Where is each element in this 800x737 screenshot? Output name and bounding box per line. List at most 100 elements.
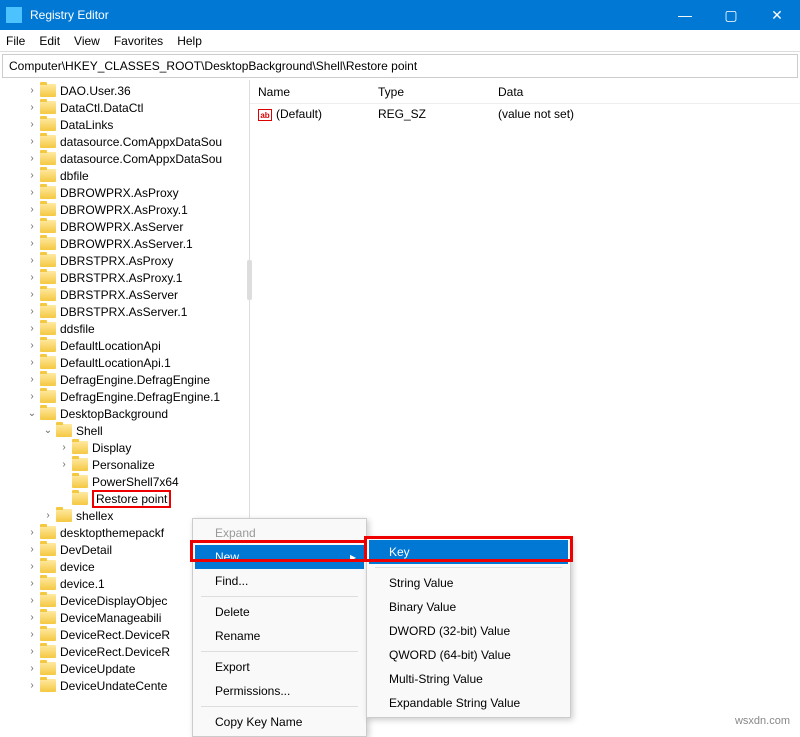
tree-item[interactable]: ›datasource.ComAppxDataSou [0, 150, 249, 167]
expander-icon[interactable]: › [26, 221, 38, 232]
value-data: (value not set) [490, 107, 800, 121]
expander-icon[interactable]: › [26, 187, 38, 198]
sub-qword[interactable]: QWORD (64-bit) Value [369, 643, 568, 667]
tree-item[interactable]: ›DefragEngine.DefragEngine [0, 371, 249, 388]
expander-icon[interactable]: › [26, 663, 38, 674]
ctx-delete[interactable]: Delete [195, 600, 364, 624]
separator [375, 567, 562, 568]
tree-item[interactable]: ›DBROWPRX.AsProxy.1 [0, 201, 249, 218]
folder-icon [40, 560, 56, 573]
expander-icon[interactable]: › [26, 204, 38, 215]
folder-icon [40, 407, 56, 420]
tree-item[interactable]: ›DBRSTPRX.AsProxy.1 [0, 269, 249, 286]
sub-binary[interactable]: Binary Value [369, 595, 568, 619]
folder-icon [40, 356, 56, 369]
col-type[interactable]: Type [370, 85, 490, 99]
maximize-button[interactable]: ▢ [708, 0, 754, 30]
expander-icon[interactable]: › [26, 272, 38, 283]
tree-item[interactable]: ›DataCtl.DataCtl [0, 99, 249, 116]
ctx-rename[interactable]: Rename [195, 624, 364, 648]
tree-item[interactable]: PowerShell7x64 [0, 473, 249, 490]
ctx-new[interactable]: New [195, 545, 364, 569]
folder-icon [40, 594, 56, 607]
tree-item[interactable]: ⌄DesktopBackground [0, 405, 249, 422]
expander-icon[interactable]: › [26, 85, 38, 96]
menu-file[interactable]: File [6, 34, 25, 48]
expander-icon[interactable]: › [26, 391, 38, 402]
expander-icon[interactable]: › [26, 255, 38, 266]
ctx-expand[interactable]: Expand [195, 521, 364, 545]
minimize-button[interactable]: — [662, 0, 708, 30]
tree-item[interactable]: ›DefaultLocationApi [0, 337, 249, 354]
expander-icon[interactable]: › [42, 510, 54, 521]
expander-icon[interactable]: › [26, 170, 38, 181]
expander-icon[interactable]: › [26, 340, 38, 351]
sub-expandable-string[interactable]: Expandable String Value [369, 691, 568, 715]
tree-item-label: shellex [76, 509, 113, 523]
splitter-handle[interactable] [247, 260, 252, 300]
menu-favorites[interactable]: Favorites [114, 34, 163, 48]
sub-dword[interactable]: DWORD (32-bit) Value [369, 619, 568, 643]
folder-icon [40, 237, 56, 250]
tree-item[interactable]: ›DataLinks [0, 116, 249, 133]
expander-icon[interactable]: › [26, 136, 38, 147]
separator [201, 706, 358, 707]
expander-icon[interactable]: › [26, 595, 38, 606]
ctx-permissions[interactable]: Permissions... [195, 679, 364, 703]
expander-icon[interactable]: › [26, 306, 38, 317]
col-name[interactable]: Name [250, 85, 370, 99]
expander-icon[interactable]: › [26, 578, 38, 589]
expander-icon[interactable]: › [26, 544, 38, 555]
list-row[interactable]: ab(Default) REG_SZ (value not set) [250, 104, 800, 124]
sub-key[interactable]: Key [369, 540, 568, 564]
address-bar[interactable]: Computer\HKEY_CLASSES_ROOT\DesktopBackgr… [2, 54, 798, 78]
expander-icon[interactable]: ⌄ [26, 408, 38, 419]
expander-icon[interactable]: › [58, 459, 70, 470]
sub-multi-string[interactable]: Multi-String Value [369, 667, 568, 691]
menu-help[interactable]: Help [177, 34, 202, 48]
expander-icon[interactable]: › [26, 374, 38, 385]
expander-icon[interactable]: ⌄ [42, 425, 54, 436]
expander-icon[interactable]: › [26, 153, 38, 164]
tree-item[interactable]: ›DBROWPRX.AsServer [0, 218, 249, 235]
tree-item[interactable]: ›DBRSTPRX.AsServer [0, 286, 249, 303]
sub-string[interactable]: String Value [369, 571, 568, 595]
menu-view[interactable]: View [74, 34, 100, 48]
expander-icon[interactable]: › [26, 289, 38, 300]
expander-icon[interactable]: › [26, 561, 38, 572]
tree-item[interactable]: ›DefaultLocationApi.1 [0, 354, 249, 371]
tree-item[interactable]: ›ddsfile [0, 320, 249, 337]
tree-item[interactable]: ›DBROWPRX.AsServer.1 [0, 235, 249, 252]
expander-icon[interactable]: › [26, 680, 38, 691]
expander-icon[interactable]: › [26, 238, 38, 249]
tree-item[interactable]: › dbfile [0, 167, 249, 184]
tree-item[interactable]: ›DBRSTPRX.AsProxy [0, 252, 249, 269]
tree-item[interactable]: ›DBROWPRX.AsProxy [0, 184, 249, 201]
expander-icon[interactable]: › [26, 102, 38, 113]
expander-icon[interactable]: › [26, 629, 38, 640]
expander-icon[interactable]: › [26, 646, 38, 657]
ctx-export[interactable]: Export [195, 655, 364, 679]
expander-icon[interactable]: › [26, 357, 38, 368]
tree-item[interactable]: ⌄Shell [0, 422, 249, 439]
watermark: wsxdn.com [735, 715, 790, 727]
expander-icon[interactable]: › [26, 323, 38, 334]
tree-item[interactable]: Restore point [0, 490, 249, 507]
expander-icon[interactable]: › [58, 442, 70, 453]
tree-item[interactable]: ›Personalize [0, 456, 249, 473]
expander-icon[interactable]: › [26, 527, 38, 538]
close-button[interactable]: ✕ [754, 0, 800, 30]
col-data[interactable]: Data [490, 85, 800, 99]
ctx-find[interactable]: Find... [195, 569, 364, 593]
expander-icon[interactable]: › [26, 612, 38, 623]
tree-item[interactable]: ›datasource.ComAppxDataSou [0, 133, 249, 150]
tree-item[interactable]: ›DAO.User.36 [0, 82, 249, 99]
tree-item[interactable]: ›Display [0, 439, 249, 456]
tree-item-label: dbfile [60, 169, 89, 183]
menu-edit[interactable]: Edit [39, 34, 60, 48]
ctx-copy-key-name[interactable]: Copy Key Name [195, 710, 364, 734]
tree-item[interactable]: ›DBRSTPRX.AsServer.1 [0, 303, 249, 320]
folder-icon [40, 662, 56, 675]
tree-item[interactable]: ›DefragEngine.DefragEngine.1 [0, 388, 249, 405]
expander-icon[interactable]: › [26, 119, 38, 130]
